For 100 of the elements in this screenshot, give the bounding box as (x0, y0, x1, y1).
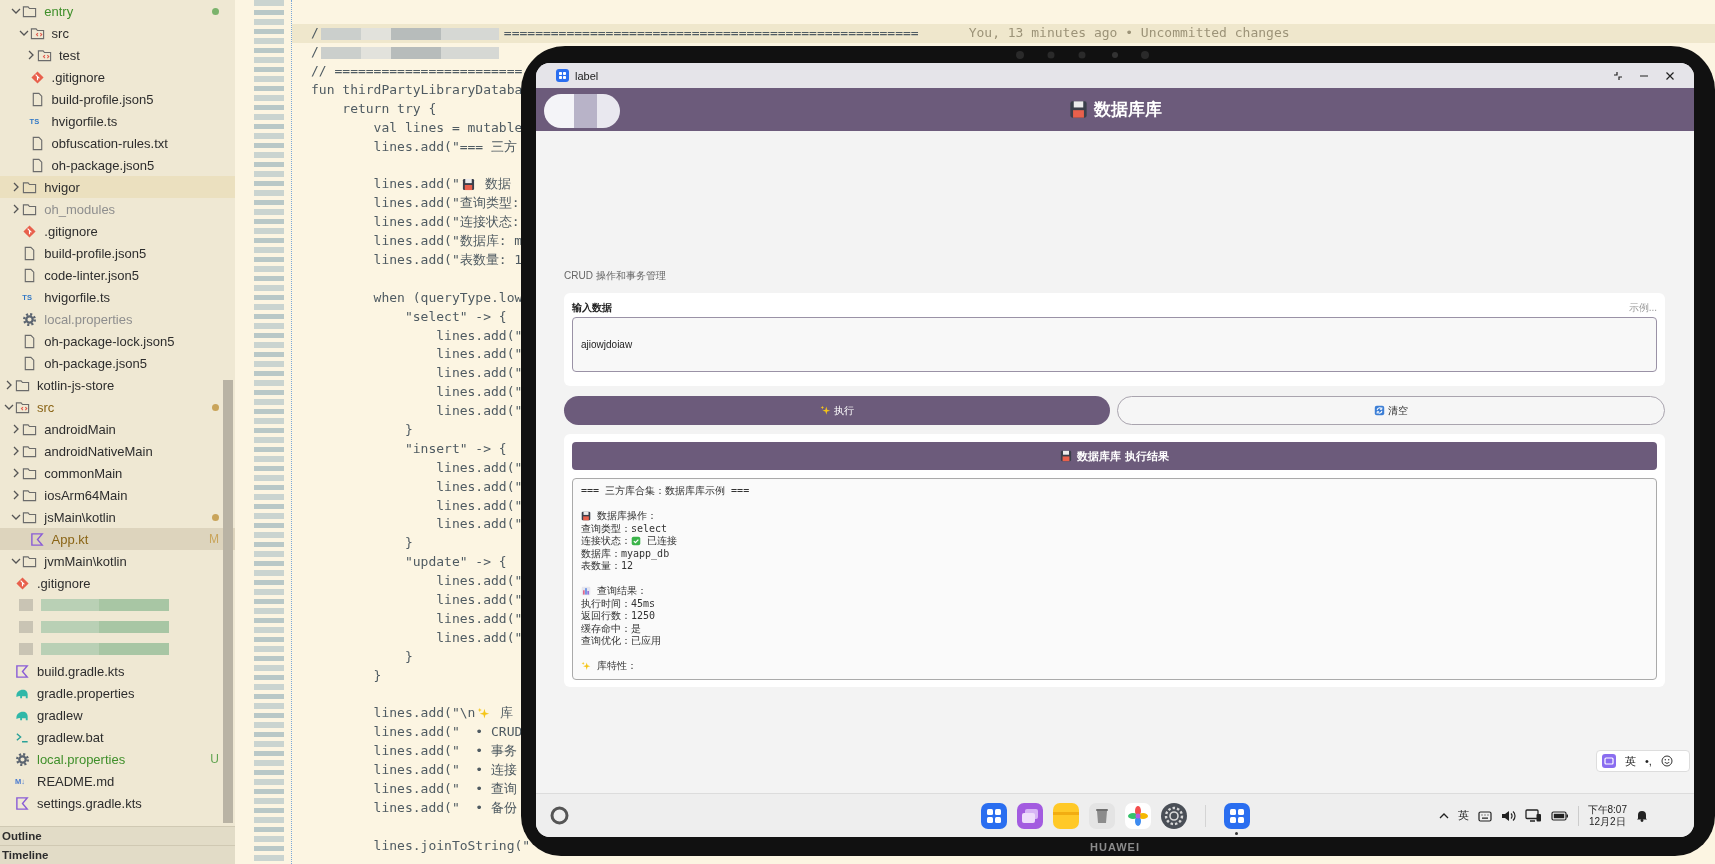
window-title: label (575, 69, 599, 82)
settings-icon[interactable] (1160, 802, 1187, 829)
chevron-right-icon[interactable] (12, 446, 21, 456)
tree-item[interactable]: oh-package.json5 (0, 352, 235, 374)
status-letter: M (209, 532, 219, 546)
output-line: 查询优化：已应用 (581, 635, 662, 648)
chevron-right-icon[interactable] (12, 204, 21, 214)
code-line: lines.joinToString(" (372, 836, 531, 855)
code-line: // ======================== (310, 62, 523, 81)
clear-button[interactable]: 清空 (1117, 396, 1665, 425)
tree-item[interactable]: gradle.properties (0, 682, 235, 704)
hint-text: 示例... (1628, 301, 1657, 315)
chevron-right-icon[interactable] (12, 468, 21, 478)
chevron-right-icon[interactable] (12, 182, 21, 192)
folder-icon (22, 553, 38, 569)
keyboard-icon[interactable] (1477, 809, 1492, 822)
panel-header[interactable]: Outline (0, 826, 235, 845)
trash-icon[interactable] (1088, 802, 1115, 829)
restore-icon[interactable] (1613, 70, 1623, 81)
input-method-indicator[interactable]: 英 (1457, 808, 1469, 823)
code-line: val lines = mutable (372, 118, 523, 137)
tree-item[interactable]: jsMain\kotlin (0, 506, 235, 528)
code-folder-icon (29, 25, 45, 41)
folder-icon (22, 179, 38, 195)
code-text: / (311, 24, 319, 43)
code-line: "insert" -> { (403, 439, 507, 458)
punctuation-mode[interactable]: •, (1645, 755, 1652, 767)
chevron-down-icon[interactable] (11, 557, 22, 565)
volume-icon[interactable] (1500, 809, 1516, 822)
chevron-down-icon[interactable] (4, 403, 14, 411)
folder-icon (22, 487, 38, 503)
refresh-icon (1374, 405, 1385, 416)
tree-item[interactable]: src (0, 396, 235, 418)
tree-item[interactable]: gradlew.bat (0, 726, 235, 748)
code-line: fun thirdPartyLibraryDataba (310, 80, 523, 99)
ring-icon[interactable] (550, 806, 569, 825)
tree-item[interactable]: commonMain (0, 462, 235, 484)
code-line: lines.add(" • 查询 (372, 779, 517, 798)
tree-item[interactable]: .gitignore (0, 572, 235, 594)
git-icon (15, 575, 30, 591)
monitor-icon[interactable] (1524, 809, 1542, 822)
code-line: lines.add(" (435, 364, 523, 383)
chevron-up-icon[interactable] (1438, 811, 1449, 820)
tree-item[interactable]: .gitignore (0, 66, 235, 88)
tree-item[interactable]: App.kt M (0, 528, 235, 550)
code-line: } (372, 666, 382, 685)
code-line: lines.add(" (435, 572, 523, 591)
folder-icon (22, 201, 38, 217)
pinwheel-icon[interactable] (1124, 802, 1151, 829)
tree-item[interactable]: code-linter.json5 (0, 264, 235, 286)
tree-item[interactable]: test (0, 44, 235, 66)
code-line: lines.add("=== 三方 (372, 137, 517, 156)
code-folder-icon (36, 47, 52, 63)
app-title: 数据库库 (1093, 99, 1162, 121)
tree-item[interactable]: jvmMain\kotlin (0, 550, 235, 572)
output-text: 库特性： (596, 660, 638, 673)
ime-logo-icon[interactable] (1602, 754, 1616, 768)
code-text: lines.add(" (372, 175, 460, 194)
input-field[interactable]: ajiowjdoiaw (572, 317, 1657, 372)
kotlin-icon (15, 795, 30, 811)
clock-date[interactable]: 12月2日 (1588, 815, 1626, 828)
chevron-right-icon[interactable] (26, 50, 35, 60)
tree-item[interactable]: .gitignore (0, 220, 235, 242)
code-line: lines.add(" (435, 496, 523, 515)
clock-time[interactable]: 下午8:07 (1587, 803, 1627, 816)
code-line: } (403, 421, 413, 439)
ime-mode[interactable]: 英 (1625, 753, 1636, 769)
tree-item[interactable]: build-profile.json5 (0, 242, 235, 264)
tree-item[interactable]: iosArm64Main (0, 484, 235, 506)
chevron-down-icon[interactable] (11, 513, 22, 521)
bell-icon[interactable] (1636, 809, 1648, 822)
battery-icon[interactable] (1550, 810, 1569, 821)
tree-item[interactable]: oh-package.json5 (0, 154, 235, 176)
chevron-right-icon[interactable] (12, 490, 21, 500)
close-icon[interactable] (1665, 70, 1675, 81)
tree-item[interactable]: settings.gradle.kts (0, 792, 235, 814)
bar-chart-icon (581, 586, 591, 597)
execute-button[interactable]: 执行 (564, 396, 1110, 425)
chevron-down-icon[interactable] (11, 7, 22, 15)
status-letter: U (210, 752, 219, 766)
tree-item[interactable]: build.gradle.kts (0, 660, 235, 682)
tree-item[interactable]: androidNativeMain (0, 440, 235, 462)
scrollbar[interactable] (223, 380, 233, 823)
windows-icon[interactable] (1016, 802, 1043, 829)
panel-header[interactable]: Timeline (0, 845, 235, 864)
app-grid-icon[interactable] (1223, 802, 1250, 829)
tree-item[interactable]: src (0, 22, 235, 44)
tree-item[interactable]: androidMain (0, 418, 235, 440)
tree-item[interactable]: oh-package-lock.json5 (0, 330, 235, 352)
tree-item[interactable]: kotlin-js-store (0, 374, 235, 396)
app-grid-icon[interactable] (980, 802, 1007, 829)
code-text: lines.add("\n (372, 704, 476, 723)
tree-item[interactable]: hvigor (0, 176, 235, 198)
tree-item[interactable]: obfuscation-rules.txt (0, 132, 235, 154)
chevron-right-icon[interactable] (12, 424, 21, 434)
smiley-icon[interactable] (1660, 755, 1673, 767)
tree-item[interactable]: build-profile.json5 (0, 88, 235, 110)
chevron-right-icon[interactable] (5, 380, 13, 390)
chevron-down-icon[interactable] (18, 29, 29, 37)
tree-item[interactable]: gradlew (0, 704, 235, 726)
